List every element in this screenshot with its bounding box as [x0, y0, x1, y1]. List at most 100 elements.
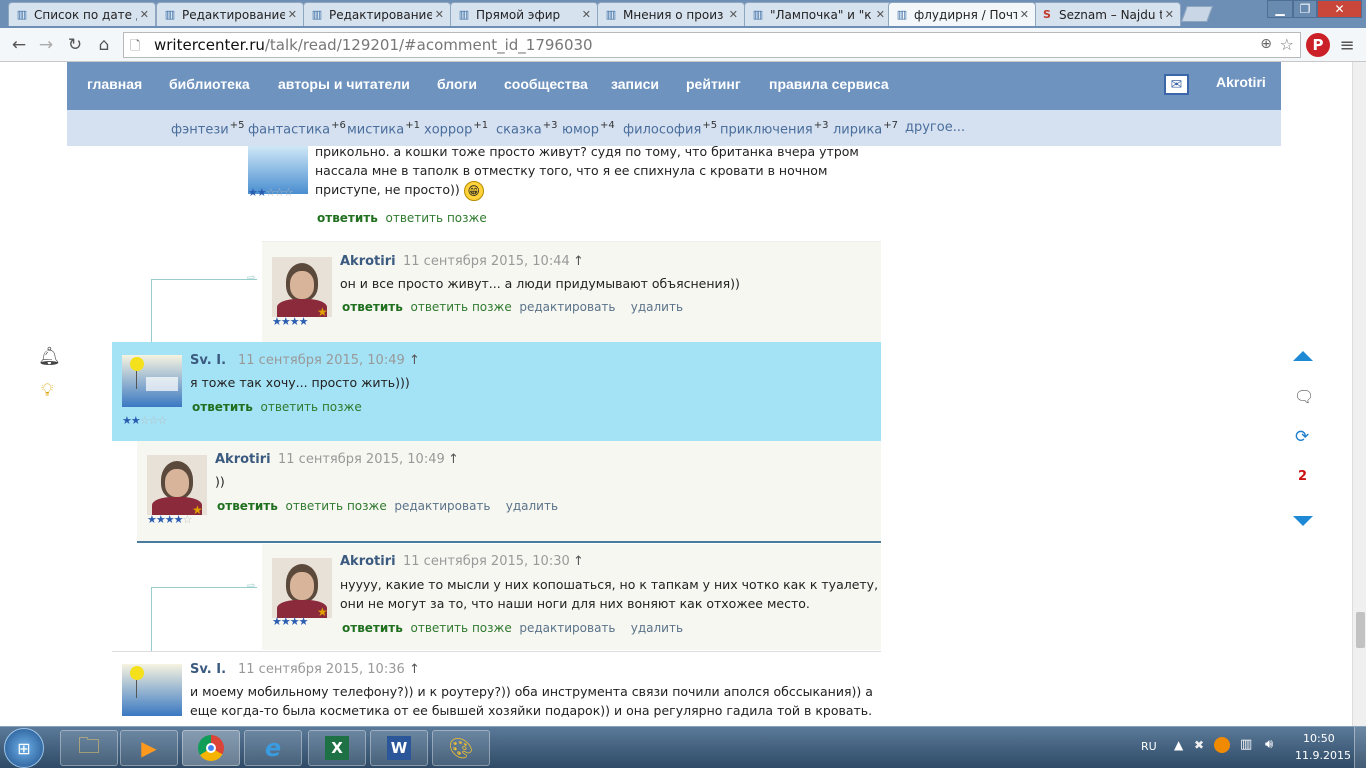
genre-link[interactable]: фэнтези+5	[171, 120, 244, 137]
close-icon[interactable]: ✕	[1165, 8, 1174, 21]
bookmark-star-icon[interactable]: ☆	[1280, 35, 1294, 54]
language-indicator[interactable]: RU	[1141, 740, 1157, 753]
comment-author[interactable]: Akrotiri	[340, 254, 396, 269]
home-icon[interactable]: ⌂	[93, 34, 115, 56]
avast-icon[interactable]	[1214, 737, 1230, 753]
minimize-button[interactable]: ▁	[1267, 0, 1293, 18]
nav-item[interactable]: библиотека	[169, 76, 250, 92]
nav-item[interactable]: правила сервиса	[769, 76, 889, 92]
mail-icon[interactable]: ✉	[1164, 74, 1189, 95]
close-icon[interactable]: ✕	[876, 8, 885, 21]
explorer-icon[interactable]: 🗀︎	[60, 730, 118, 766]
scrollbar-thumb[interactable]	[1356, 612, 1365, 648]
reply-later-link[interactable]: ответить позже	[410, 621, 511, 635]
lightbulb-icon[interactable]: 💡︎	[41, 380, 54, 401]
edit-link[interactable]: редактировать	[519, 621, 615, 635]
tray-app-icon[interactable]: ✖	[1194, 738, 1204, 752]
nav-item[interactable]: авторы и читатели	[278, 76, 410, 92]
browser-tab[interactable]: ▥ Список по дате д ✕	[8, 2, 156, 26]
paint-icon[interactable]: 🎨︎	[432, 730, 490, 766]
genre-link[interactable]: мистика+1	[347, 120, 420, 137]
browser-tab[interactable]: ▥ Редактирование ✕	[156, 2, 304, 26]
reply-link[interactable]: ответить	[317, 211, 378, 225]
new-tab-button[interactable]	[1181, 6, 1213, 22]
start-button[interactable]: ⊞	[4, 728, 44, 768]
nav-item[interactable]: сообщества	[504, 76, 588, 92]
close-icon[interactable]: ✕	[435, 8, 444, 21]
media-player-icon[interactable]: ▶	[120, 730, 178, 766]
edit-link[interactable]: редактировать	[394, 499, 490, 513]
browser-tab[interactable]: ▥ Прямой эфир ✕	[450, 2, 598, 26]
bell-icon[interactable]: 🔔︎	[38, 346, 61, 367]
genre-link[interactable]: сказка+3	[496, 120, 557, 137]
network-icon[interactable]: ▥	[1240, 737, 1252, 752]
edit-link[interactable]: редактировать	[519, 300, 615, 314]
reply-link[interactable]: ответить	[342, 300, 403, 314]
browser-tab[interactable]: ▥ Редактирование ✕	[303, 2, 451, 26]
comment-date[interactable]: 11 сентября 2015, 10:30	[403, 554, 570, 569]
reply-later-link[interactable]: ответить позже	[285, 499, 386, 513]
comment-author[interactable]: Akrotiri	[340, 554, 396, 569]
nav-item[interactable]: блоги	[437, 76, 477, 92]
genre-link[interactable]: другое...	[905, 120, 965, 135]
parent-link-arrow[interactable]: ↑	[409, 353, 420, 368]
parent-link-arrow[interactable]: ↑	[573, 254, 584, 269]
scroll-up-icon[interactable]	[1293, 351, 1313, 361]
reply-link[interactable]: ответить	[342, 621, 403, 635]
maximize-button[interactable]: ❐	[1293, 0, 1317, 18]
scroll-down-icon[interactable]	[1293, 516, 1313, 526]
reply-later-link[interactable]: ответить позже	[385, 211, 486, 225]
reply-link[interactable]: ответить	[192, 400, 253, 414]
browser-tab-active[interactable]: ▥ флудирня / Почт ✕	[888, 2, 1036, 26]
menu-icon[interactable]: ≡	[1336, 34, 1358, 56]
delete-link[interactable]: удалить	[631, 621, 683, 635]
close-icon[interactable]: ✕	[582, 8, 591, 21]
pinterest-icon[interactable]: P	[1306, 33, 1330, 57]
chrome-icon[interactable]	[182, 730, 240, 766]
user-name[interactable]: Akrotiri	[1216, 74, 1266, 90]
comment-author[interactable]: Akrotiri	[215, 452, 271, 467]
delete-link[interactable]: удалить	[506, 499, 558, 513]
genre-link[interactable]: философия+5	[623, 120, 717, 137]
close-icon[interactable]: ✕	[288, 8, 297, 21]
genre-link[interactable]: лирика+7	[833, 120, 898, 137]
close-window-button[interactable]: ✕	[1317, 0, 1362, 18]
scrollbar[interactable]	[1352, 62, 1366, 726]
refresh-icon[interactable]: ⟳	[1295, 427, 1309, 447]
excel-icon[interactable]: X	[308, 730, 366, 766]
reply-later-link[interactable]: ответить позже	[260, 400, 361, 414]
address-bar[interactable]: 🗋 writercenter.ru/talk/read/129201/#acom…	[123, 32, 1301, 58]
nav-item[interactable]: рейтинг	[686, 76, 741, 92]
close-icon[interactable]: ✕	[1020, 8, 1029, 21]
genre-link[interactable]: юмор+4	[562, 120, 615, 137]
zoom-icon[interactable]: ⊕	[1260, 36, 1272, 52]
comment-date[interactable]: 11 сентября 2015, 10:44	[403, 254, 570, 269]
reply-link[interactable]: ответить	[217, 499, 278, 513]
nav-item[interactable]: главная	[87, 76, 142, 92]
delete-link[interactable]: удалить	[631, 300, 683, 314]
parent-link-arrow[interactable]: ↑	[409, 662, 420, 677]
close-icon[interactable]: ✕	[729, 8, 738, 21]
new-comments-count[interactable]: 2	[1298, 469, 1307, 484]
browser-tab[interactable]: ▥ Мнения о произ ✕	[597, 2, 745, 26]
close-icon[interactable]: ✕	[140, 8, 149, 21]
tray-expand-icon[interactable]: ▲	[1174, 738, 1183, 752]
browser-tab[interactable]: S Seznam – Najdu t ✕	[1033, 2, 1181, 26]
forward-icon[interactable]: →	[35, 34, 57, 56]
reload-icon[interactable]: ↻	[64, 34, 86, 56]
genre-link[interactable]: фантастика+6	[248, 120, 346, 137]
clock-time[interactable]: 10:50	[1303, 732, 1335, 745]
internet-explorer-icon[interactable]: e	[244, 730, 302, 766]
nav-item[interactable]: записи	[611, 76, 659, 92]
comment-icon[interactable]: 🗨︎	[1294, 387, 1314, 406]
volume-icon[interactable]: 🔊︎	[1265, 737, 1273, 752]
comment-date[interactable]: 11 сентября 2015, 10:49	[238, 353, 405, 368]
genre-link[interactable]: приключения+3	[720, 120, 829, 137]
comment-author[interactable]: Sv. I.	[190, 662, 226, 677]
reply-later-link[interactable]: ответить позже	[410, 300, 511, 314]
back-icon[interactable]: ←	[8, 34, 30, 56]
comment-date[interactable]: 11 сентября 2015, 10:49	[278, 452, 445, 467]
avatar[interactable]	[122, 664, 182, 716]
clock-date[interactable]: 11.9.2015	[1295, 749, 1351, 762]
parent-link-arrow[interactable]: ↑	[448, 452, 459, 467]
